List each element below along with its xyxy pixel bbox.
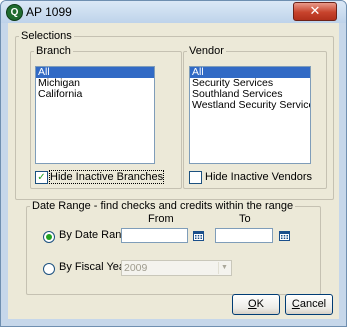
calendar-icon[interactable] [193, 230, 204, 241]
date-range-group: Date Range - find checks and credits wit… [26, 200, 321, 295]
calendar-icon[interactable] [279, 230, 290, 241]
branch-group: Branch All Michigan California ✓ Hide In… [30, 45, 182, 189]
to-date-input[interactable] [215, 228, 273, 243]
dialog-window: Q AP 1099 ✕ Selections Branch All Michig… [0, 0, 347, 327]
branch-listbox[interactable]: All Michigan California [35, 66, 155, 164]
dialog-body: Selections Branch All Michigan Californi… [8, 23, 339, 319]
selections-group-label: Selections [19, 30, 74, 42]
fiscal-year-value: 2009 [124, 262, 148, 274]
close-button[interactable]: ✕ [293, 2, 337, 21]
close-icon: ✕ [309, 3, 321, 18]
selections-group: Selections Branch All Michigan Californi… [15, 30, 334, 200]
vendor-list-item[interactable]: Westland Security Services [190, 100, 310, 111]
from-date-input[interactable] [121, 228, 188, 243]
from-label: From [148, 213, 174, 225]
vendor-group-label: Vendor [187, 45, 226, 57]
to-label: To [239, 213, 251, 225]
hide-inactive-vendors-checkbox[interactable] [189, 171, 202, 184]
cancel-button[interactable]: Cancel [285, 294, 333, 315]
date-range-group-label: Date Range - find checks and credits wit… [30, 200, 296, 212]
app-logo-icon: Q [6, 4, 23, 21]
by-fiscal-year-label[interactable]: By Fiscal Year [59, 261, 129, 273]
chevron-down-icon[interactable]: ▼ [218, 262, 230, 274]
fiscal-year-select[interactable]: 2009 ▼ [121, 260, 232, 276]
checkmark-icon: ✓ [37, 172, 46, 183]
vendor-listbox[interactable]: All Security Services Southland Services… [189, 66, 311, 164]
vendor-group: Vendor All Security Services Southland S… [183, 45, 327, 189]
hide-inactive-branches-label[interactable]: Hide Inactive Branches [48, 170, 165, 184]
window-title: AP 1099 [26, 5, 72, 19]
branch-group-label: Branch [34, 45, 73, 57]
by-date-range-radio[interactable] [43, 231, 55, 243]
by-fiscal-year-radio[interactable] [43, 263, 55, 275]
ok-button[interactable]: OK [232, 294, 280, 315]
radio-selected-dot [46, 234, 52, 240]
hide-inactive-branches-checkbox[interactable]: ✓ [35, 171, 48, 184]
title-bar[interactable]: Q AP 1099 ✕ [1, 1, 346, 23]
hide-inactive-vendors-label[interactable]: Hide Inactive Vendors [205, 171, 312, 183]
branch-list-item[interactable]: California [36, 89, 154, 100]
